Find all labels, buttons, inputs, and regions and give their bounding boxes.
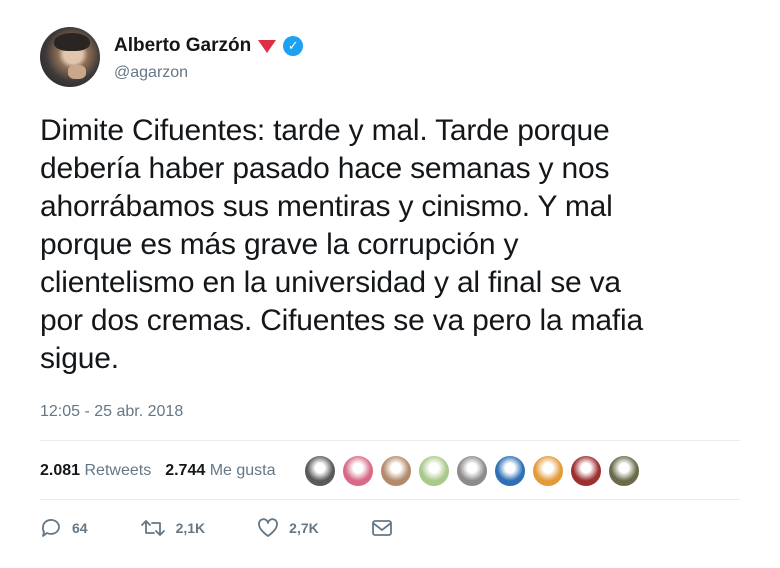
divider-top — [40, 440, 740, 441]
retweets-label: Retweets — [84, 462, 152, 479]
retweet-count: 2,1K — [175, 520, 206, 536]
user-names: Alberto Garzón ✓ @agarzon — [114, 34, 304, 82]
engagement-stats: 2.081 Retweets 2.744 Me gusta — [40, 443, 740, 499]
liker-avatars — [303, 455, 646, 487]
tweet-actions: 64 2,1K 2,7K — [40, 510, 740, 546]
reply-count: 64 — [72, 520, 88, 536]
tweet-header: Alberto Garzón ✓ @agarzon — [40, 27, 740, 91]
avatar-hair — [54, 33, 90, 51]
avatar-hand — [68, 65, 86, 79]
tweet-timestamp[interactable]: 12:05 - 25 abr. 2018 — [40, 403, 183, 421]
liker-avatar[interactable] — [379, 455, 412, 487]
like-button[interactable]: 2,7K — [257, 518, 319, 538]
liker-avatar[interactable] — [417, 455, 450, 487]
retweet-button[interactable]: 2,1K — [140, 518, 206, 538]
likes-stat[interactable]: 2.744 Me gusta — [165, 462, 275, 480]
tweet-text: Dimite Cifuentes: tarde y mal. Tarde por… — [40, 114, 643, 375]
direct-message-button[interactable] — [371, 519, 403, 537]
liker-avatar[interactable] — [493, 455, 526, 487]
user-avatar[interactable] — [40, 27, 100, 87]
likes-count: 2.744 — [165, 462, 206, 479]
name-row: Alberto Garzón ✓ — [114, 34, 304, 58]
red-triangle-icon — [258, 39, 277, 53]
retweets-count: 2.081 — [40, 462, 81, 479]
liker-avatar[interactable] — [531, 455, 564, 487]
user-display-name[interactable]: Alberto Garzón — [114, 35, 251, 57]
likes-label: Me gusta — [209, 462, 276, 479]
reply-button[interactable]: 64 — [40, 518, 88, 538]
envelope-icon — [371, 520, 392, 536]
user-handle[interactable]: @agarzon — [114, 64, 303, 82]
liker-avatar[interactable] — [303, 455, 336, 487]
verified-badge-icon: ✓ — [283, 36, 304, 56]
liker-avatar[interactable] — [341, 455, 374, 487]
liker-avatar[interactable] — [569, 455, 602, 487]
retweet-icon — [140, 520, 165, 536]
divider-bottom — [40, 499, 740, 500]
reply-icon — [41, 519, 60, 537]
heart-icon — [258, 518, 279, 537]
like-count: 2,7K — [289, 520, 319, 536]
retweets-stat[interactable]: 2.081 Retweets — [40, 462, 151, 480]
liker-avatar[interactable] — [607, 455, 640, 487]
liker-avatar[interactable] — [455, 455, 488, 487]
